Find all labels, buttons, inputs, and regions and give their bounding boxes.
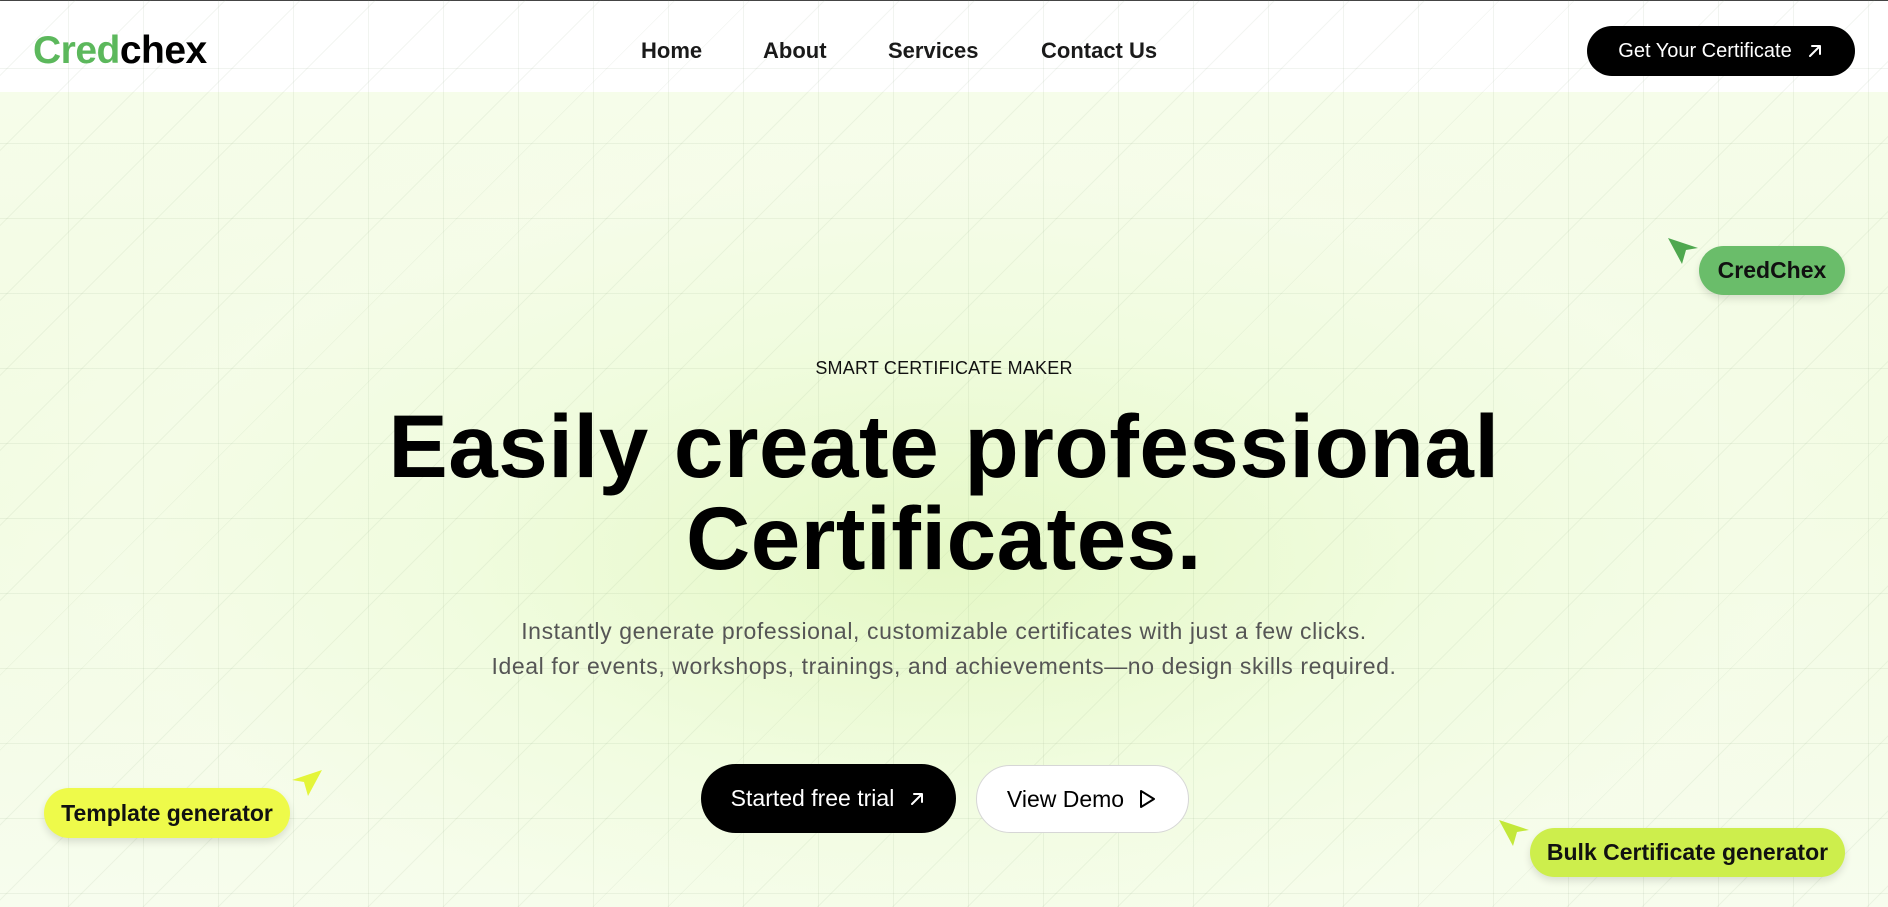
bulk-certificate-generator-tag: Bulk Certificate generator [1530, 828, 1845, 877]
arrow-up-right-icon [1808, 45, 1821, 57]
headline-line-1: Easily create professional [388, 396, 1500, 496]
get-certificate-button[interactable]: Get Your Certificate [1587, 26, 1855, 76]
subtitle-line-1: Instantly generate professional, customi… [521, 618, 1367, 644]
credchex-tag: CredChex [1699, 246, 1845, 295]
start-free-trial-button[interactable]: Started free trial [701, 764, 956, 833]
brand-logo[interactable]: Cred chex [33, 26, 207, 76]
logo-text-cred: Cred [33, 29, 120, 72]
cursor-pointer-icon [292, 770, 322, 796]
view-demo-button[interactable]: View Demo [976, 765, 1189, 833]
hero-subtitle: Instantly generate professional, customi… [0, 614, 1888, 684]
nav-item-services[interactable]: Services [888, 33, 979, 69]
play-outline-icon [1140, 790, 1156, 808]
cursor-pointer-icon [1668, 238, 1698, 264]
view-demo-label: View Demo [1006, 785, 1125, 812]
headline-line-2: Certificates. [686, 488, 1202, 588]
arrow-up-right-icon [911, 792, 924, 805]
logo-text-chex: chex [119, 29, 207, 72]
template-generator-tag: Template generator [44, 788, 290, 838]
top-border [0, 0, 1888, 1]
nav-item-home[interactable]: Home [641, 33, 702, 69]
subtitle-line-2: Ideal for events, workshops, trainings, … [491, 653, 1397, 679]
hero-eyebrow: SMART CERTIFICATE MAKER [815, 358, 1073, 378]
start-free-trial-label: Started free trial [730, 785, 895, 811]
nav-item-contact-us[interactable]: Contact Us [1041, 33, 1157, 69]
get-certificate-label: Get Your Certificate [1618, 39, 1792, 62]
cursor-pointer-icon [1499, 820, 1529, 846]
nav-item-about[interactable]: About [763, 33, 827, 69]
hero-headline: Easily create professional Certificates. [0, 400, 1888, 584]
